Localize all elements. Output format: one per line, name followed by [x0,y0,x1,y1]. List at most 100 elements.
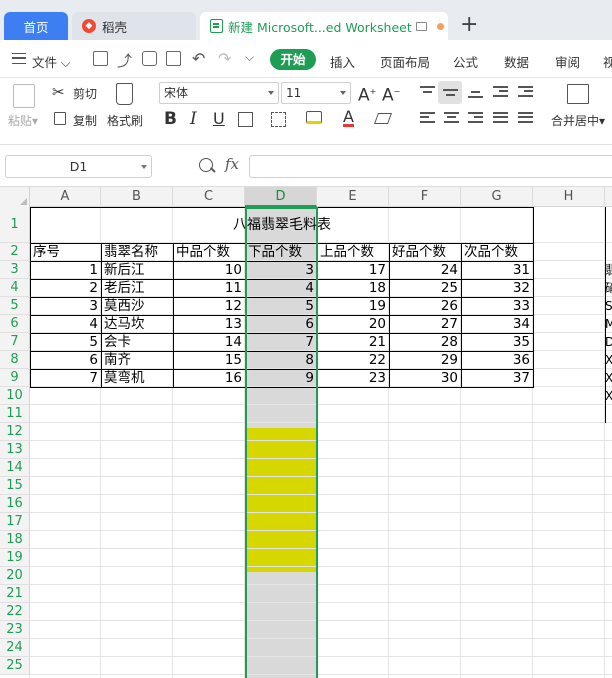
fx-icon[interactable]: fx [225,155,239,173]
number-cell[interactable]: 23 [317,369,389,387]
name-cell[interactable]: 莫弯机 [101,369,173,387]
name-cell[interactable]: 莫西沙 [101,297,173,315]
row-header-15[interactable]: 15 [0,477,30,495]
increase-indent-icon[interactable] [518,86,533,98]
row-header-10[interactable]: 10 [0,387,30,405]
align-left-icon[interactable] [420,112,435,124]
column-header-b[interactable]: B [101,187,173,207]
select-all-corner[interactable] [0,187,30,207]
underline-icon[interactable]: U [213,111,225,127]
decrease-indent-icon[interactable] [493,86,508,98]
column-header-c[interactable]: C [173,187,245,207]
number-cell[interactable]: 1 [30,261,101,279]
number-cell[interactable]: 6 [30,351,101,369]
row-header-19[interactable]: 19 [0,549,30,567]
number-cell[interactable]: 17 [317,261,389,279]
number-cell[interactable]: 36 [461,351,533,369]
number-cell[interactable]: 4 [30,315,101,333]
row-header-25[interactable]: 25 [0,657,30,675]
row-header-14[interactable]: 14 [0,459,30,477]
number-cell[interactable]: 12 [173,297,245,315]
font-color-icon[interactable]: A [343,109,354,127]
row-header-16[interactable]: 16 [0,495,30,513]
export-icon[interactable]: ⤴ [117,50,132,71]
offscreen-cell[interactable]: M [605,315,612,333]
number-cell[interactable]: 13 [173,315,245,333]
row-header-1[interactable]: 1 [0,207,30,243]
number-cell[interactable]: 14 [173,333,245,351]
tab-docer[interactable]: ◆ 稻壳 [72,12,196,40]
unsaved-dot-icon[interactable] [436,22,444,30]
header-cell[interactable]: 翡翠名称 [101,243,173,261]
font-name-select[interactable]: 宋体 [159,82,279,104]
row-header-5[interactable]: 5 [0,297,30,315]
menu-formulas[interactable]: 公式 [453,52,478,71]
number-cell[interactable]: 28 [389,333,461,351]
number-cell[interactable]: 29 [389,351,461,369]
column-header-e[interactable]: E [317,187,389,207]
spreadsheet-grid[interactable]: 八福翡翠毛料表 序号 翡翠名称 中品个数 下品个数 上品个数 好品个数 次品个数 1 新后江 10… [0,187,612,678]
offscreen-cell[interactable]: X [605,387,612,405]
column-header-a[interactable]: A [30,187,101,207]
menu-review[interactable]: 审阅 [555,52,580,71]
customize-dropdown-icon[interactable]: ⌵ [245,50,254,65]
redo-icon[interactable]: ↷ [218,49,231,68]
menu-data[interactable]: 数据 [504,52,529,71]
align-top-icon[interactable] [420,86,435,98]
number-cell[interactable]: 18 [317,279,389,297]
name-cell[interactable]: 达马坎 [101,315,173,333]
number-cell[interactable]: 30 [389,369,461,387]
column-header-g[interactable]: G [461,187,533,207]
row-header-11[interactable]: 11 [0,405,30,423]
menu-page-layout[interactable]: 页面布局 [380,52,430,71]
print-preview-icon[interactable] [166,51,181,66]
save-icon[interactable] [93,51,108,66]
cell-style-icon[interactable] [271,112,286,127]
number-cell[interactable]: 10 [173,261,245,279]
header-cell[interactable]: 序号 [30,243,101,261]
number-cell[interactable]: 32 [461,279,533,297]
number-cell[interactable]: 20 [317,315,389,333]
align-right-icon[interactable] [468,112,483,124]
number-cell[interactable]: 26 [389,297,461,315]
zoom-icon[interactable] [199,158,213,172]
header-cell[interactable]: 好品个数 [389,243,461,261]
menu-insert[interactable]: 插入 [330,52,355,71]
row-header-12[interactable]: 12 [0,423,30,441]
number-cell[interactable]: 25 [389,279,461,297]
name-cell[interactable]: 老后江 [101,279,173,297]
number-cell[interactable]: 7 [30,369,101,387]
number-cell[interactable]: 16 [173,369,245,387]
number-cell[interactable]: 22 [317,351,389,369]
number-cell[interactable]: 11 [173,279,245,297]
row-header-4[interactable]: 4 [0,279,30,297]
header-cell[interactable]: 上品个数 [317,243,389,261]
name-cell[interactable]: 新后江 [101,261,173,279]
hamburger-menu-icon[interactable] [12,53,26,64]
increase-font-icon[interactable]: A+ [358,84,376,104]
menu-file[interactable]: 文件 ⌵ [32,52,70,71]
name-cell[interactable]: 南齐 [101,351,173,369]
italic-icon[interactable]: I [190,111,197,128]
offscreen-cell[interactable]: 硝 [605,279,612,297]
row-header-3[interactable]: 3 [0,261,30,279]
formula-input[interactable] [249,155,612,178]
paste-icon[interactable] [13,84,35,108]
row-header-20[interactable]: 20 [0,567,30,585]
row-header-9[interactable]: 9 [0,369,30,387]
align-bottom-icon[interactable] [468,86,483,98]
tab-home[interactable]: 首页 [4,12,68,40]
row-header-23[interactable]: 23 [0,621,30,639]
offscreen-cell[interactable]: 翡 [605,261,612,279]
column-header-d[interactable]: D [245,187,317,207]
column-header-h[interactable]: H [533,187,605,207]
header-cell[interactable]: 次品个数 [461,243,533,261]
row-header-18[interactable]: 18 [0,531,30,549]
number-cell[interactable]: 31 [461,261,533,279]
number-cell[interactable]: 3 [30,297,101,315]
number-cell[interactable]: 2 [30,279,101,297]
number-cell[interactable]: 19 [317,297,389,315]
font-size-select[interactable]: 11 [281,82,351,104]
row-header-2[interactable]: 2 [0,243,30,261]
paste-button[interactable]: 粘贴▾ [8,112,38,129]
